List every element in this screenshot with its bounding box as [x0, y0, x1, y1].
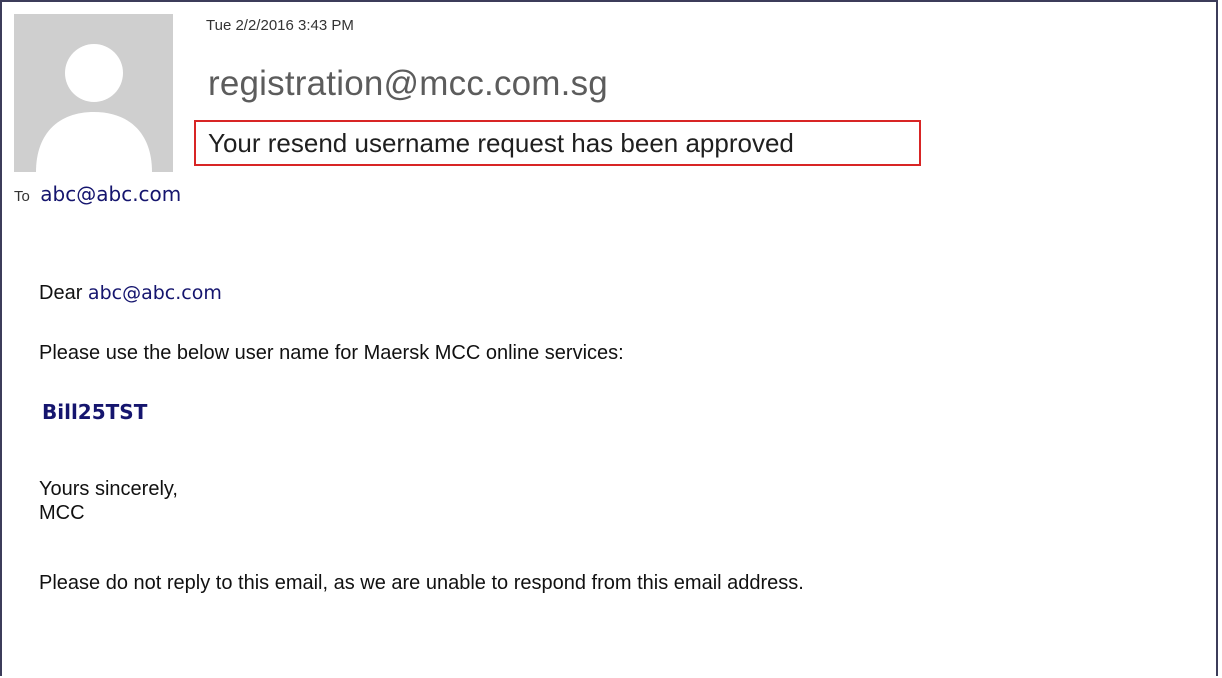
to-label: To — [14, 188, 30, 205]
recipient-row: To abc@abc.com — [14, 182, 181, 206]
footer-note: Please do not reply to this email, as we… — [39, 572, 804, 594]
email-reading-pane: Tue 2/2/2016 3:43 PM registration@mcc.co… — [0, 0, 1218, 676]
email-datetime: Tue 2/2/2016 3:43 PM — [206, 17, 354, 34]
closing-line-1: Yours sincerely, — [39, 478, 178, 500]
username-text: Bill25TST — [42, 400, 148, 424]
sender-avatar-icon — [14, 14, 173, 172]
greeting-text: Dear — [39, 282, 83, 304]
subject-highlight-box: Your resend username request has been ap… — [194, 120, 921, 166]
username-value: Bill25TST — [42, 400, 147, 425]
greeting-email[interactable]: abc@abc.com — [88, 282, 222, 304]
instruction-text: Please use the below user name for Maers… — [39, 342, 624, 364]
closing-line-2: MCC — [39, 502, 85, 524]
email-subject: Your resend username request has been ap… — [208, 128, 794, 158]
greeting-line: Dear abc@abc.com — [39, 282, 222, 305]
recipient-address[interactable]: abc@abc.com — [40, 182, 181, 206]
sender-address[interactable]: registration@mcc.com.sg — [208, 64, 608, 104]
